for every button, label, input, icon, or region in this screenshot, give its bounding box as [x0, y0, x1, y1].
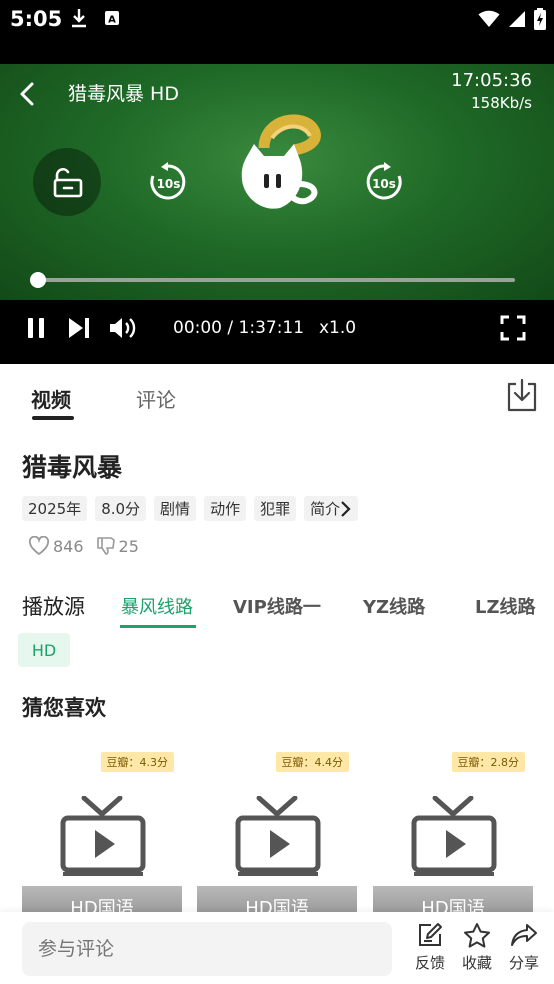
tag-genre-action: 动作	[204, 496, 247, 521]
quality-hd-chip[interactable]: HD	[18, 633, 70, 667]
tag-year: 2025年	[22, 496, 88, 521]
pause-icon[interactable]	[26, 317, 46, 339]
feedback-icon	[419, 923, 442, 946]
back-icon[interactable]	[16, 80, 40, 108]
rewind-10s-button[interactable]: 10s	[148, 162, 188, 202]
forward-icon: 10s	[366, 162, 402, 200]
font-status-icon: A	[105, 11, 119, 26]
dislike-icon[interactable]	[96, 536, 116, 556]
player-controls: 00:00 / 1:37:11 x1.0	[0, 300, 554, 364]
recommend-card[interactable]: 豆瓣：4.3分 HD国语	[22, 748, 182, 912]
source-vip1[interactable]: VIP线路一	[233, 593, 321, 619]
favorite-label: 收藏	[461, 954, 492, 972]
status-bar: 5:05 A	[0, 0, 554, 64]
share-label: 分享	[508, 954, 539, 972]
recommend-cards: 豆瓣：4.3分 HD国语 豆瓣：4.4分 HD国语 豆瓣：2.8分 HD国语	[0, 748, 554, 912]
playback-rate[interactable]: x1.0	[319, 318, 356, 338]
recommend-card[interactable]: 豆瓣：4.4分 HD国语	[197, 748, 357, 912]
svg-text:A: A	[108, 15, 116, 26]
recommend-card[interactable]: 豆瓣：2.8分 HD国语	[373, 748, 533, 912]
tv-placeholder-icon	[411, 796, 497, 876]
rewind-icon: 10s	[150, 162, 186, 200]
tab-comments[interactable]: 评论	[136, 384, 176, 413]
share-button[interactable]: 分享	[502, 922, 546, 973]
play-sources: 播放源 暴风线路 VIP线路一 YZ线路 LZ线路	[0, 585, 554, 633]
forward-label: 10s	[372, 177, 396, 191]
like-count: 846	[53, 536, 84, 556]
next-icon[interactable]	[67, 316, 91, 340]
source-indicator	[120, 625, 196, 628]
intro-label: 简介	[310, 500, 341, 518]
intro-button[interactable]: 简介	[304, 496, 359, 521]
video-player[interactable]: 猎毒风暴 HD 17:05:36 158Kb/s 10s 10s 00:00 /…	[0, 64, 554, 364]
card-caption: HD国语	[197, 886, 357, 912]
unlock-icon	[53, 168, 83, 198]
tv-placeholder-icon	[60, 796, 146, 876]
tv-placeholder-icon	[235, 796, 321, 876]
mascot-pause-icon[interactable]	[234, 108, 326, 214]
star-icon	[464, 923, 490, 948]
tag-genre-crime: 犯罪	[254, 496, 297, 521]
battery-icon	[534, 8, 546, 30]
tag-score: 8.0分	[95, 496, 147, 521]
video-frame[interactable]: 猎毒风暴 HD 17:05:36 158Kb/s 10s 10s	[0, 64, 554, 300]
feedback-button[interactable]: 反馈	[408, 922, 452, 973]
tag-genre-drama: 剧情	[154, 496, 197, 521]
favorite-button[interactable]: 收藏	[455, 922, 499, 973]
movie-title: 猎毒风暴	[22, 453, 123, 482]
movie-tags: 2025年 8.0分 剧情 动作 犯罪 简介	[22, 496, 359, 521]
share-icon	[511, 924, 537, 946]
forward-10s-button[interactable]: 10s	[364, 162, 404, 202]
signal-icon	[509, 11, 525, 27]
progress-knob[interactable]	[30, 272, 46, 288]
status-time: 5:05	[10, 7, 63, 31]
source-baofeng[interactable]: 暴风线路	[121, 593, 193, 619]
dislike-count: 25	[118, 536, 139, 556]
clock: 17:05:36	[451, 70, 532, 91]
comment-input[interactable]	[22, 922, 392, 976]
feedback-label: 反馈	[414, 954, 445, 972]
chevron-right-icon	[341, 500, 351, 517]
video-title: 猎毒风暴 HD	[68, 83, 179, 105]
douban-score: 豆瓣：4.4分	[275, 752, 349, 772]
download-icon[interactable]	[504, 378, 540, 414]
download-status-icon	[72, 9, 86, 28]
volume-icon[interactable]	[108, 315, 138, 341]
douban-score: 豆瓣：2.8分	[451, 752, 525, 772]
content-tabs: 视频 评论	[0, 364, 554, 428]
net-speed: 158Kb/s	[471, 94, 532, 112]
movie-stats: 846 25	[28, 536, 151, 556]
source-yz[interactable]: YZ线路	[363, 593, 425, 619]
recommend-title: 猜您喜欢	[22, 696, 106, 720]
bottom-bar: 反馈 收藏 分享	[0, 912, 554, 984]
sources-label: 播放源	[22, 595, 85, 619]
card-caption: HD国语	[373, 886, 533, 912]
timecode: 00:00 / 1:37:11	[173, 318, 305, 338]
card-caption: HD国语	[22, 886, 182, 912]
douban-score: 豆瓣：4.3分	[100, 752, 174, 772]
source-lz[interactable]: LZ线路	[475, 593, 536, 619]
progress-bar[interactable]	[38, 278, 515, 282]
like-icon[interactable]	[28, 536, 50, 556]
wifi-icon	[478, 10, 500, 27]
tab-indicator	[32, 416, 74, 420]
tab-video[interactable]: 视频	[31, 384, 71, 413]
fullscreen-icon[interactable]	[500, 315, 526, 341]
lock-button[interactable]	[33, 148, 101, 216]
rewind-label: 10s	[157, 177, 181, 191]
